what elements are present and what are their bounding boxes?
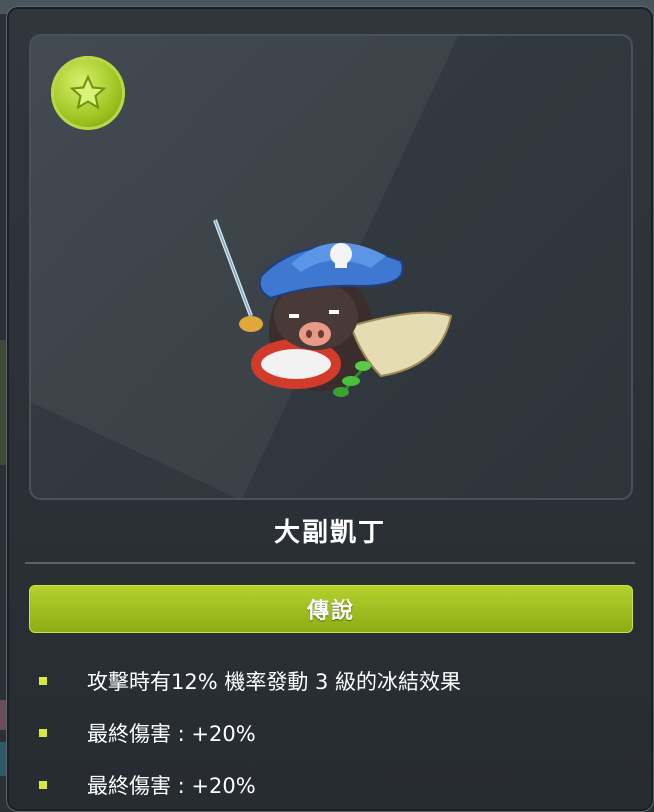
star-icon <box>51 56 125 130</box>
pet-tooltip: 大副凱丁 傳說 攻擊時有12% 機率發動 3 級的冰結效果 最終傷害 : +20… <box>6 6 654 812</box>
rank-badge: 傳說 <box>29 585 633 633</box>
effect-text: 最終傷害 : +20% <box>87 722 256 746</box>
divider <box>25 562 635 564</box>
pet-name: 大副凱丁 <box>273 518 386 548</box>
pet-portrait-frame <box>29 34 633 500</box>
pet-sprite <box>213 219 453 397</box>
bullet-icon <box>39 677 47 685</box>
list-item: 攻擊時有12% 機率發動 3 級的冰結效果 <box>37 655 637 707</box>
effect-list: 攻擊時有12% 機率發動 3 級的冰結效果 最終傷害 : +20% 最終傷害 :… <box>37 655 637 811</box>
bullet-icon <box>39 729 47 737</box>
list-item: 最終傷害 : +20% <box>37 707 637 759</box>
list-item: 最終傷害 : +20% <box>37 759 637 811</box>
effect-text: 攻擊時有12% 機率發動 3 級的冰結效果 <box>87 670 462 694</box>
bullet-icon <box>39 781 47 789</box>
effect-text: 最終傷害 : +20% <box>87 774 256 798</box>
